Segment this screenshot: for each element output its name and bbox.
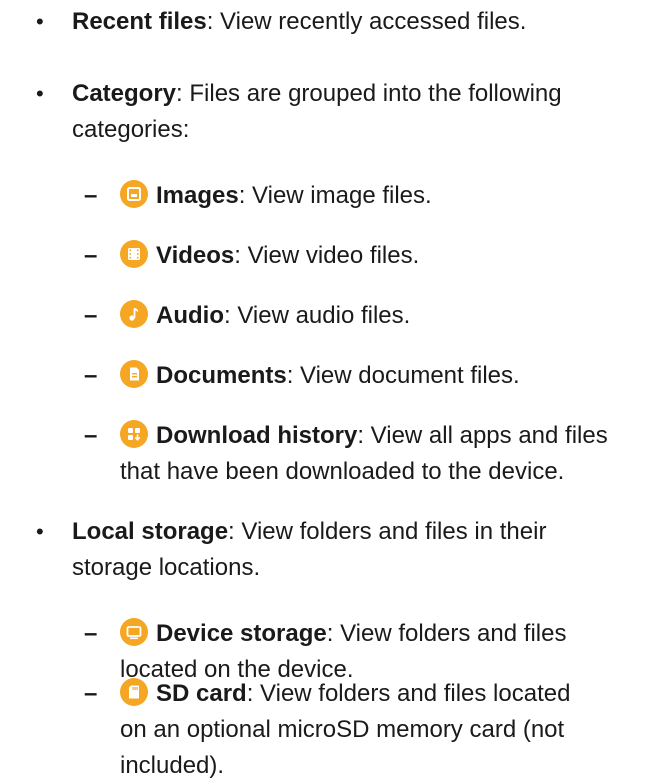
download-icon (120, 420, 148, 448)
dash-mark: – (84, 182, 98, 209)
dash-mark: – (84, 302, 98, 329)
dash-mark: – (84, 620, 98, 647)
device-storage-icon (120, 618, 148, 646)
sd-card-desc-line2: on an optional microSD memory card (not (120, 716, 565, 743)
device-storage-title: Device storage (156, 620, 327, 647)
videos-desc: : View video files. (234, 242, 420, 269)
documents-title: Documents (156, 362, 287, 389)
document-icon (120, 360, 148, 388)
sd-card-desc-line3: included). (120, 752, 225, 779)
local-storage-title: Local storage (72, 518, 229, 545)
bullet-mark: • (36, 9, 44, 34)
bullet-mark: • (36, 519, 44, 544)
download-history-title: Download history (156, 422, 358, 449)
audio-icon (120, 300, 148, 328)
images-desc: : View image files. (238, 182, 432, 209)
local-storage-desc-line1: : View folders and files in their (228, 518, 547, 545)
sd-card-title: SD card (156, 680, 247, 707)
videos-title: Videos (156, 242, 235, 269)
sd-card-icon (120, 678, 148, 706)
dash-mark: – (84, 242, 98, 269)
dash-mark: – (84, 362, 98, 389)
image-icon (120, 180, 148, 208)
download-history-desc-line1: : View all apps and files (357, 422, 608, 449)
audio-desc: : View audio files. (223, 302, 411, 329)
bullet-mark: • (36, 81, 44, 106)
audio-title: Audio (156, 302, 224, 329)
sd-card-desc-line1: : View folders and files located (246, 680, 571, 707)
document-page: • Recent files: View recently accessed f… (0, 0, 651, 779)
device-storage-desc-line1: : View folders and files (326, 620, 567, 647)
recent-files-title: Recent files (72, 8, 207, 35)
category-desc-line1: : Files are grouped into the following (176, 80, 562, 107)
dash-mark: – (84, 422, 98, 449)
images-title: Images (156, 182, 239, 209)
download-history-desc-line2: that have been downloaded to the device. (120, 458, 565, 485)
recent-files-desc: : View recently accessed files. (206, 8, 527, 35)
local-storage-desc-line2: storage locations. (72, 554, 261, 581)
dash-mark: – (84, 680, 98, 707)
documents-desc: : View document files. (286, 362, 520, 389)
category-desc-line2: categories: (72, 116, 190, 143)
category-title: Category (72, 80, 177, 107)
video-icon (120, 240, 148, 268)
